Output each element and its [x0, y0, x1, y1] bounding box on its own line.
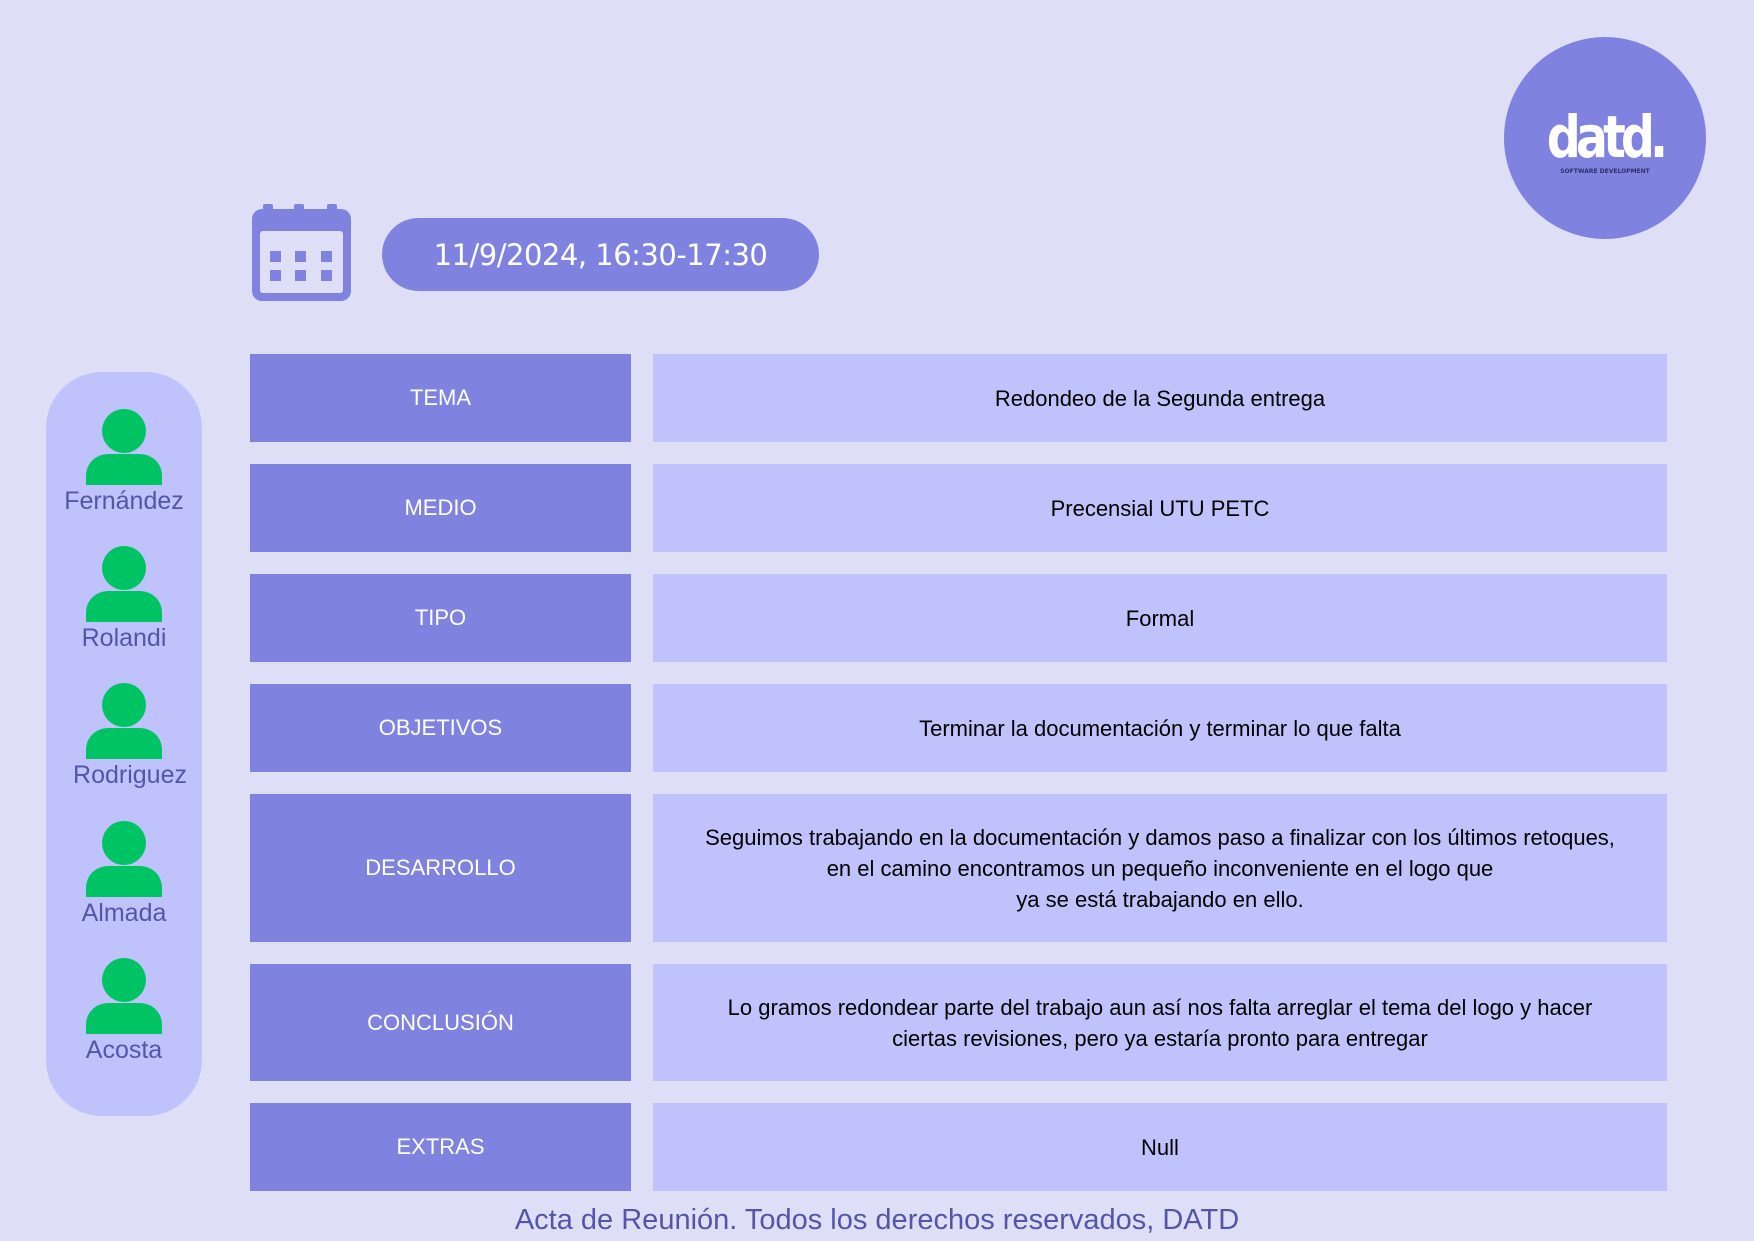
row-value: Precensial UTU PETC [653, 464, 1667, 552]
attendees-panel: Fernández Rolandi Rodriguez Almada Acost… [46, 372, 202, 1116]
attendee-name: Rolandi [81, 624, 167, 652]
minutes-row-extras: EXTRAS Null [250, 1103, 1667, 1191]
row-label: TIPO [250, 574, 631, 662]
attendee: Rodriguez [46, 683, 202, 790]
meeting-datetime: 11/9/2024, 16:30-17:30 [382, 218, 819, 291]
row-value: Terminar la documentación y terminar lo … [653, 684, 1667, 772]
person-icon [86, 958, 162, 1034]
row-label: CONCLUSIÓN [250, 964, 631, 1081]
minutes-row-medio: MEDIO Precensial UTU PETC [250, 464, 1667, 552]
row-value: Seguimos trabajando en la documentación … [653, 794, 1667, 942]
row-label: EXTRAS [250, 1103, 631, 1191]
row-label: MEDIO [250, 464, 631, 552]
attendee-name: Acosta [85, 1036, 163, 1064]
attendee: Rolandi [46, 546, 202, 653]
minutes-row-tema: TEMA Redondeo de la Segunda entrega [250, 354, 1667, 442]
person-icon [86, 821, 162, 897]
company-logo: datd. SOFTWARE DEVELOPMENT [1504, 37, 1706, 239]
attendee-name: Fernández [64, 487, 184, 515]
row-label: TEMA [250, 354, 631, 442]
person-icon [86, 683, 162, 759]
attendee-name: Rodriguez [73, 761, 187, 789]
row-value: Redondeo de la Segunda entrega [653, 354, 1667, 442]
row-value: Lo gramos redondear parte del trabajo au… [653, 964, 1667, 1081]
attendee: Acosta [46, 958, 202, 1065]
minutes-row-tipo: TIPO Formal [250, 574, 1667, 662]
person-icon [86, 409, 162, 485]
attendee-name: Almada [81, 899, 167, 927]
minutes-row-conclusion: CONCLUSIÓN Lo gramos redondear parte del… [250, 964, 1667, 1081]
minutes-row-objetivos: OBJETIVOS Terminar la documentación y te… [250, 684, 1667, 772]
attendee: Fernández [46, 409, 202, 516]
calendar-icon [249, 203, 354, 305]
logo-wordmark: datd. [1546, 102, 1668, 171]
row-label: OBJETIVOS [250, 684, 631, 772]
row-value: Formal [653, 574, 1667, 662]
attendee: Almada [46, 821, 202, 928]
row-label: DESARROLLO [250, 794, 631, 942]
minutes-row-desarrollo: DESARROLLO Seguimos trabajando en la doc… [250, 794, 1667, 942]
person-icon [86, 546, 162, 622]
footer-text: Acta de Reunión. Todos los derechos rese… [514, 1204, 1240, 1236]
row-value: Null [653, 1103, 1667, 1191]
